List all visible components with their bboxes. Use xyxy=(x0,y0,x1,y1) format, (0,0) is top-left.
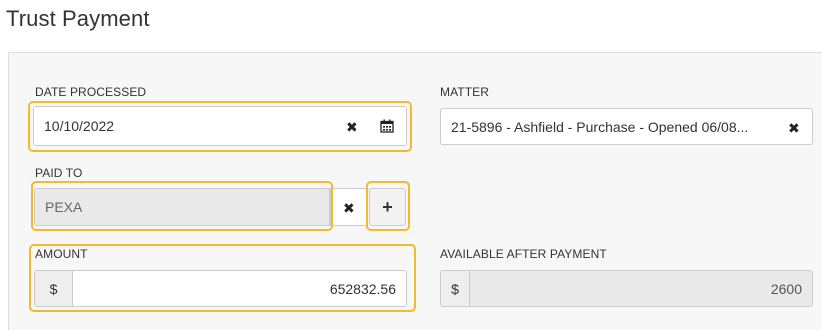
amount-value: 652832.56 xyxy=(329,280,396,297)
paid-to-label: PAID TO xyxy=(35,166,83,180)
date-processed-field[interactable]: 10/10/2022 ✖ xyxy=(33,106,407,146)
amount-input[interactable]: 652832.56 xyxy=(72,270,407,307)
date-processed-value: 10/10/2022 xyxy=(44,118,115,134)
amount-currency-addon: $ xyxy=(34,270,73,307)
close-icon[interactable]: ✖ xyxy=(343,201,355,215)
plus-icon: + xyxy=(382,196,393,217)
page-title: Trust Payment xyxy=(6,6,150,31)
available-after-payment-field: 2600 xyxy=(469,270,813,307)
paid-to-value: PEXA xyxy=(45,199,83,215)
close-icon[interactable]: ✖ xyxy=(346,120,358,134)
add-payee-button[interactable]: + xyxy=(369,188,406,226)
close-icon[interactable]: ✖ xyxy=(788,121,800,135)
amount-label: AMOUNT xyxy=(35,247,88,261)
available-currency-addon: $ xyxy=(440,270,470,307)
paid-to-field[interactable]: PEXA xyxy=(34,188,330,226)
matter-select[interactable]: 21-5896 - Ashfield - Purchase - Opened 0… xyxy=(440,108,813,145)
calendar-icon[interactable] xyxy=(380,119,394,136)
date-processed-label: DATE PROCESSED xyxy=(35,85,147,99)
paid-to-clear-button[interactable]: ✖ xyxy=(330,188,368,226)
matter-value: 21-5896 - Ashfield - Purchase - Opened 0… xyxy=(451,118,749,135)
matter-label: MATTER xyxy=(440,85,490,99)
available-after-payment-label: AVAILABLE AFTER PAYMENT xyxy=(440,247,607,261)
available-after-payment-value: 2600 xyxy=(770,280,802,297)
